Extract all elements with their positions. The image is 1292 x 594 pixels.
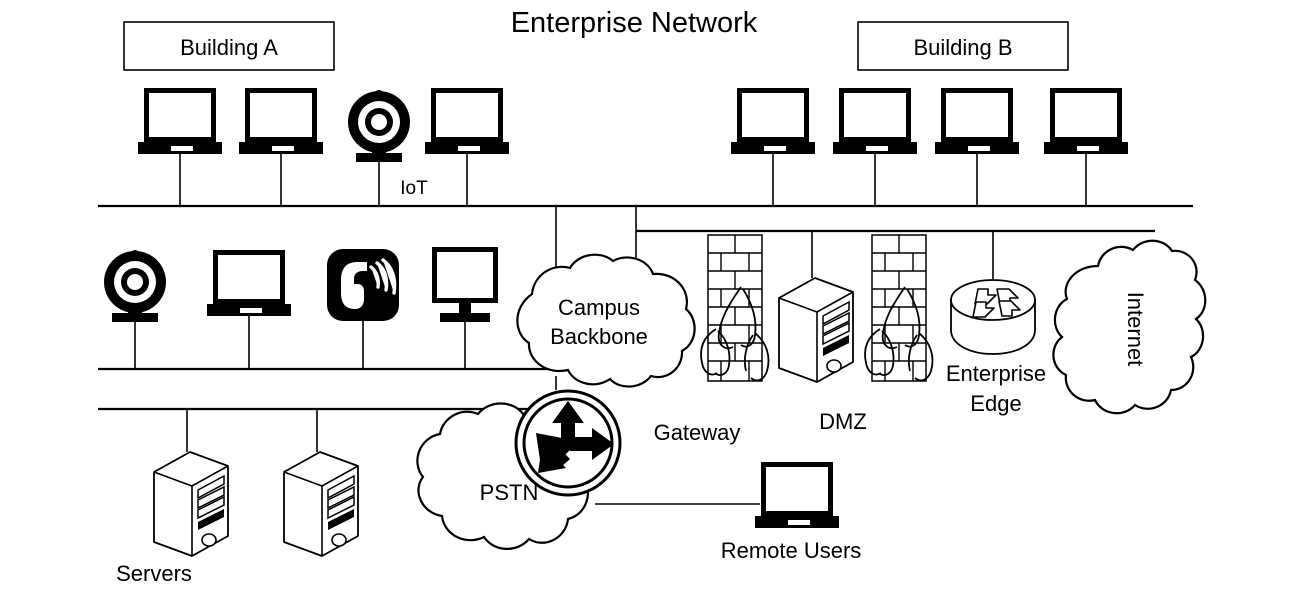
node-bldg-b-laptop-3[interactable] — [935, 88, 1019, 206]
node-row2-laptop[interactable] — [207, 250, 291, 369]
node-row2-webcam[interactable] — [104, 250, 166, 369]
internet-label: Internet — [1123, 292, 1148, 367]
node-row2-desktop[interactable] — [432, 247, 498, 369]
remote-users-label: Remote Users — [721, 538, 862, 563]
node-voice-router[interactable] — [514, 389, 622, 497]
enterprise-edge-label-line2: Edge — [970, 391, 1021, 416]
gateway-label: Gateway — [654, 420, 741, 445]
node-server-1[interactable] — [153, 409, 229, 557]
node-internet-cloud[interactable]: Internet — [1052, 239, 1207, 415]
pstn-label: PSTN — [480, 480, 539, 505]
dmz-label: DMZ — [819, 409, 867, 434]
node-gateway-firewall[interactable] — [700, 234, 770, 382]
node-bldg-b-laptop-4[interactable] — [1044, 88, 1128, 206]
building-a-label: Building A — [180, 35, 278, 60]
campus-backbone-label-line1: Campus — [558, 295, 640, 320]
node-bldg-b-laptop-2[interactable] — [833, 88, 917, 206]
node-bldg-b-laptop-1[interactable] — [731, 88, 815, 206]
node-bldg-a-laptop-1[interactable] — [138, 88, 222, 206]
node-remote-user-laptop[interactable] — [755, 462, 839, 528]
node-row2-ip-phone[interactable] — [325, 247, 401, 369]
enterprise-edge-label-line1: Enterprise — [946, 361, 1046, 386]
node-campus-backbone[interactable]: Campus Backbone — [516, 253, 696, 388]
node-server-2[interactable] — [283, 409, 359, 557]
node-enterprise-edge-router[interactable] — [950, 231, 1036, 355]
node-dmz-server[interactable] — [778, 231, 854, 383]
node-bldg-a-laptop-3[interactable] — [425, 88, 509, 206]
node-bldg-a-laptop-2[interactable] — [239, 88, 323, 206]
page-title: Enterprise Network — [511, 7, 758, 39]
building-b-label: Building B — [913, 35, 1012, 60]
node-dmz-firewall[interactable] — [864, 234, 934, 382]
iot-label: IoT — [400, 178, 428, 199]
campus-backbone-label-line2: Backbone — [550, 324, 648, 349]
enterprise-network-diagram: Enterprise Network Building A Building B… — [0, 0, 1292, 594]
servers-label: Servers — [116, 561, 192, 586]
